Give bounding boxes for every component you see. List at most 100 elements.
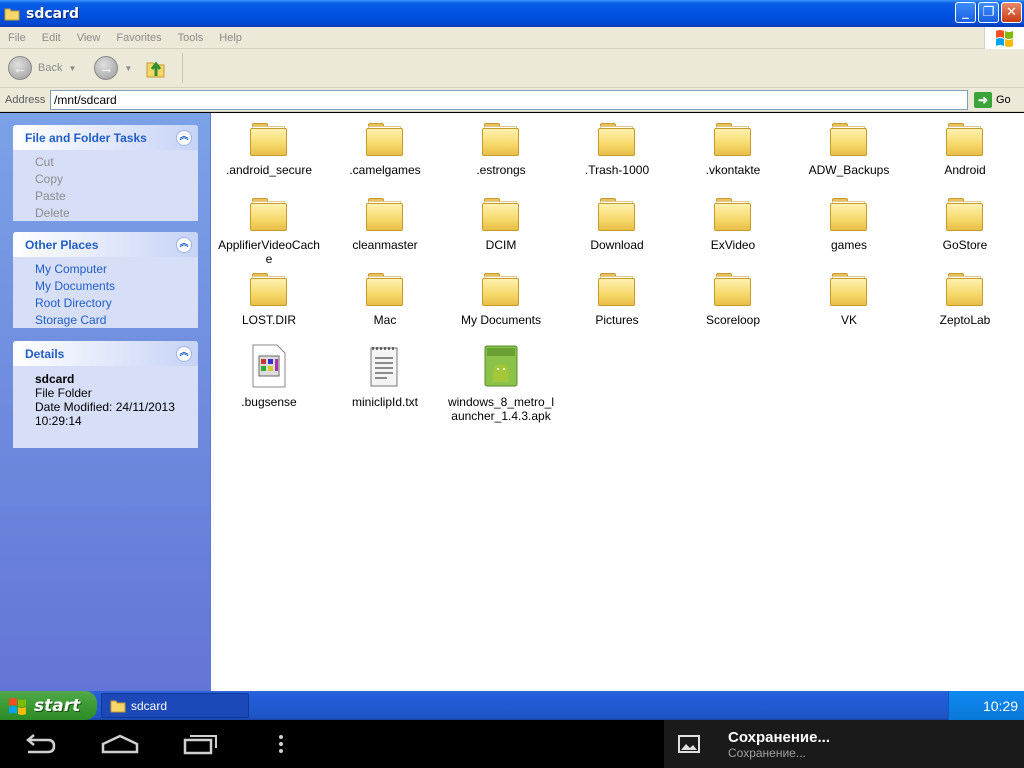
toolbar: ← Back ▼ → ▼ — [0, 49, 1024, 88]
item-label: .bugsense — [241, 395, 297, 409]
item-label: Mac — [373, 313, 397, 327]
folder-item[interactable]: .android_secure — [211, 119, 327, 177]
address-input[interactable]: /mnt/sdcard — [50, 89, 968, 110]
forward-arrow-icon: → — [94, 56, 119, 80]
task-cut[interactable]: Cut — [35, 154, 198, 171]
task-delete[interactable]: Delete — [35, 205, 198, 222]
home-nav-icon[interactable] — [100, 732, 140, 756]
menu-view[interactable]: View — [69, 32, 109, 44]
maximize-button[interactable]: ❐ — [978, 2, 999, 23]
collapse-chevron-icon[interactable]: ︽ — [176, 236, 192, 253]
item-label: .vkontakte — [705, 163, 761, 177]
menu-file[interactable]: File — [0, 32, 34, 44]
folder-item[interactable]: ExVideo — [675, 194, 791, 252]
item-label: My Documents — [460, 313, 542, 327]
folder-item[interactable]: ZeptoLab — [907, 269, 1023, 327]
file-item[interactable]: .bugsense — [211, 344, 327, 409]
task-paste[interactable]: Paste — [35, 188, 198, 205]
start-label: start — [34, 695, 81, 716]
forward-button[interactable]: → ▼ — [94, 56, 132, 80]
notification[interactable]: Сохранение... Сохранение... — [664, 720, 1024, 768]
folder-item[interactable]: Mac — [327, 269, 443, 327]
chevron-down-icon[interactable]: ▼ — [124, 64, 132, 73]
menu-favorites[interactable]: Favorites — [108, 32, 169, 44]
collapse-chevron-icon[interactable]: ︽ — [176, 129, 192, 146]
go-button[interactable]: ➜ Go — [974, 91, 1011, 108]
other-places-panel: Other Places ︽ My Computer My Documents … — [13, 232, 198, 328]
folder-item[interactable]: My Documents — [443, 269, 559, 327]
minimize-button[interactable]: _ — [955, 2, 976, 23]
title-bar: sdcard _ ❐ ✕ — [0, 0, 1024, 27]
taskbar-item-sdcard[interactable]: sdcard — [101, 693, 249, 718]
item-label: .estrongs — [476, 163, 526, 177]
task-copy[interactable]: Copy — [35, 171, 198, 188]
folder-item[interactable]: DCIM — [443, 194, 559, 252]
item-label: windows_8_metro_launcher_1.4.3.apk — [447, 395, 555, 423]
clock[interactable]: 10:29 — [983, 698, 1018, 714]
system-tray: 10:29 — [948, 691, 1024, 720]
file-folder-tasks-header[interactable]: File and Folder Tasks ︽ — [13, 125, 198, 150]
folder-item[interactable]: .Trash-1000 — [559, 119, 675, 177]
item-label: Scoreloop — [705, 313, 761, 327]
notification-title: Сохранение... — [728, 728, 830, 746]
menu-help[interactable]: Help — [211, 32, 250, 44]
go-label: Go — [996, 93, 1011, 106]
item-label: Android — [944, 163, 986, 177]
back-nav-icon[interactable] — [22, 732, 58, 756]
notification-subtitle: Сохранение... — [728, 745, 806, 760]
file-list-view[interactable]: .android_secure .camelgames .estrongs .Tras… — [211, 113, 1024, 691]
menu-dots-icon[interactable] — [276, 732, 286, 756]
folder-item[interactable]: ApplifierVideoCache — [211, 194, 327, 266]
details-modified: Date Modified: 24/11/2013 10:29:14 — [35, 400, 175, 428]
folder-item[interactable]: .estrongs — [443, 119, 559, 177]
folder-item[interactable]: LOST.DIR — [211, 269, 327, 327]
folder-item[interactable]: GoStore — [907, 194, 1023, 252]
file-icon — [252, 344, 286, 388]
close-button[interactable]: ✕ — [1001, 2, 1022, 23]
item-label: ZeptoLab — [939, 313, 991, 327]
place-my-documents[interactable]: My Documents — [35, 278, 198, 295]
item-label: DCIM — [485, 238, 517, 252]
folder-icon — [481, 194, 521, 234]
item-label: .Trash-1000 — [584, 163, 650, 177]
recent-apps-icon[interactable] — [182, 732, 220, 756]
folder-item[interactable]: games — [791, 194, 907, 252]
menu-tools[interactable]: Tools — [170, 32, 212, 44]
file-item[interactable]: windows_8_metro_launcher_1.4.3.apk — [443, 344, 559, 423]
folder-item[interactable]: Pictures — [559, 269, 675, 327]
chevron-down-icon[interactable]: ▼ — [68, 64, 76, 73]
folder-item[interactable]: cleanmaster — [327, 194, 443, 252]
folder-item[interactable]: Download — [559, 194, 675, 252]
folder-item[interactable]: Scoreloop — [675, 269, 791, 327]
folder-icon — [249, 119, 289, 159]
folder-item[interactable]: Android — [907, 119, 1023, 177]
details-type: File Folder — [35, 386, 92, 400]
folder-item[interactable]: .vkontakte — [675, 119, 791, 177]
item-label: Pictures — [595, 313, 639, 327]
panel-title: Other Places — [25, 237, 99, 252]
menu-edit[interactable]: Edit — [34, 32, 69, 44]
place-my-computer[interactable]: My Computer — [35, 261, 198, 278]
android-apk-icon — [484, 345, 518, 387]
back-button[interactable]: ← Back ▼ — [8, 56, 76, 80]
panel-title: Details — [25, 346, 65, 361]
item-label: ExVideo — [710, 238, 756, 252]
place-root-directory[interactable]: Root Directory — [35, 295, 198, 312]
folder-item[interactable]: .camelgames — [327, 119, 443, 177]
details-header[interactable]: Details ︽ — [13, 341, 198, 366]
taskbar-item-label: sdcard — [131, 698, 168, 713]
panel-title: File and Folder Tasks — [25, 130, 147, 145]
folder-icon — [713, 269, 753, 309]
up-folder-button[interactable] — [144, 56, 168, 80]
folder-item[interactable]: ADW_Backups — [791, 119, 907, 177]
collapse-chevron-icon[interactable]: ︽ — [176, 345, 192, 362]
folder-icon — [249, 194, 289, 234]
file-folder-tasks-panel: File and Folder Tasks ︽ Cut Copy Paste D… — [13, 125, 198, 221]
file-item[interactable]: miniclipId.txt — [327, 344, 443, 409]
other-places-header[interactable]: Other Places ︽ — [13, 232, 198, 257]
place-storage-card[interactable]: Storage Card — [35, 312, 198, 329]
item-label: ApplifierVideoCache — [218, 238, 320, 266]
folder-item[interactable]: VK — [791, 269, 907, 327]
up-folder-icon — [146, 61, 165, 78]
start-button[interactable]: start — [0, 691, 97, 720]
